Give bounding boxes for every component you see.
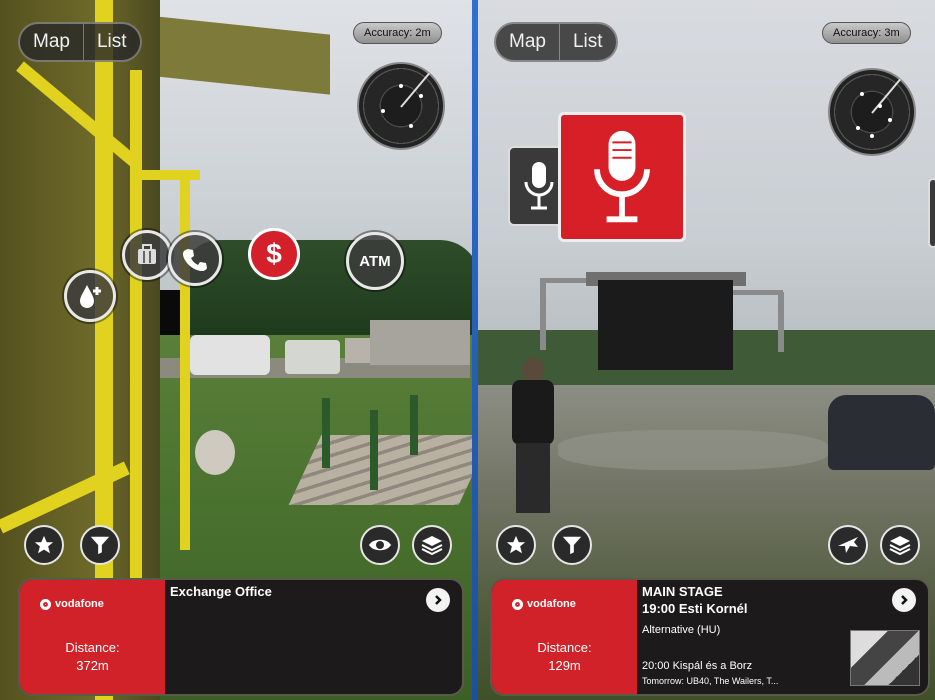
event-thumbnail[interactable] — [850, 630, 920, 686]
view-toggle: Map List — [18, 22, 142, 62]
right-ar-screen: Map List Accuracy: 3m vodafone Distance:… — [478, 0, 935, 700]
details-button[interactable] — [426, 588, 450, 612]
star-icon — [34, 535, 54, 554]
accuracy-badge: Accuracy: 3m — [822, 22, 911, 44]
radar[interactable] — [828, 68, 916, 156]
main-stage-poi[interactable] — [558, 112, 686, 242]
exchange-poi[interactable]: $ — [248, 228, 300, 280]
microphone-icon — [524, 162, 554, 210]
genre-label: Alternative (HU) — [642, 624, 721, 636]
layers-button[interactable] — [880, 525, 920, 565]
distance-label: Distance: — [65, 640, 120, 655]
radar[interactable] — [357, 62, 445, 150]
poi-title: Exchange Office — [170, 584, 272, 599]
poi-info-card[interactable]: vodafone Distance: 129m MAIN STAGE 19:00… — [490, 578, 930, 696]
offscreen-poi-edge[interactable] — [928, 178, 935, 248]
sponsor-panel: vodafone Distance: 129m — [492, 580, 637, 694]
chevron-right-icon — [435, 595, 442, 605]
eye-icon — [369, 539, 391, 551]
distance-value: 129m — [548, 658, 581, 673]
vodafone-logo: vodafone — [40, 598, 104, 610]
left-ar-screen: Map List Accuracy: 2m $ ATM vodafone Dis… — [0, 0, 472, 700]
luggage-icon — [138, 244, 156, 264]
map-tab[interactable]: Map — [20, 24, 83, 60]
favorites-button[interactable] — [496, 525, 536, 565]
filter-icon — [562, 536, 582, 555]
details-button[interactable] — [892, 588, 916, 612]
filter-button[interactable] — [552, 525, 592, 565]
current-event: 19:00 Esti Kornél — [642, 601, 748, 616]
map-tab[interactable]: Map — [496, 24, 559, 60]
atm-poi[interactable]: ATM — [346, 232, 404, 290]
filter-button[interactable] — [80, 525, 120, 565]
sponsor-panel: vodafone Distance: 372m — [20, 580, 165, 694]
filter-icon — [90, 536, 110, 555]
water-poi[interactable] — [64, 270, 116, 322]
poi-title: MAIN STAGE — [642, 584, 723, 599]
layers-icon — [889, 536, 911, 556]
water-drop-plus-icon — [80, 285, 101, 308]
luggage-poi[interactable] — [122, 230, 172, 280]
tomorrow-lineup: Tomorrow: UB40, The Wailers, T... — [642, 676, 779, 686]
airplane-button[interactable] — [828, 525, 868, 565]
layers-button[interactable] — [412, 525, 452, 565]
accuracy-badge: Accuracy: 2m — [353, 22, 442, 44]
layers-icon — [421, 536, 443, 556]
poi-info-card[interactable]: vodafone Distance: 372m Exchange Office — [18, 578, 464, 696]
list-tab[interactable]: List — [558, 24, 616, 60]
microphone-icon — [594, 130, 650, 223]
visibility-button[interactable] — [360, 525, 400, 565]
phone-icon — [183, 249, 207, 271]
phone-poi[interactable] — [168, 232, 222, 286]
list-tab[interactable]: List — [82, 24, 140, 60]
vodafone-logo: vodafone — [512, 598, 576, 610]
star-icon — [506, 535, 526, 554]
view-toggle: Map List — [494, 22, 618, 62]
next-event: 20:00 Kispál és a Borz — [642, 660, 753, 672]
favorites-button[interactable] — [24, 525, 64, 565]
airplane-icon — [838, 537, 858, 553]
distance-value: 372m — [76, 658, 109, 673]
chevron-right-icon — [901, 595, 908, 605]
distance-label: Distance: — [537, 640, 592, 655]
